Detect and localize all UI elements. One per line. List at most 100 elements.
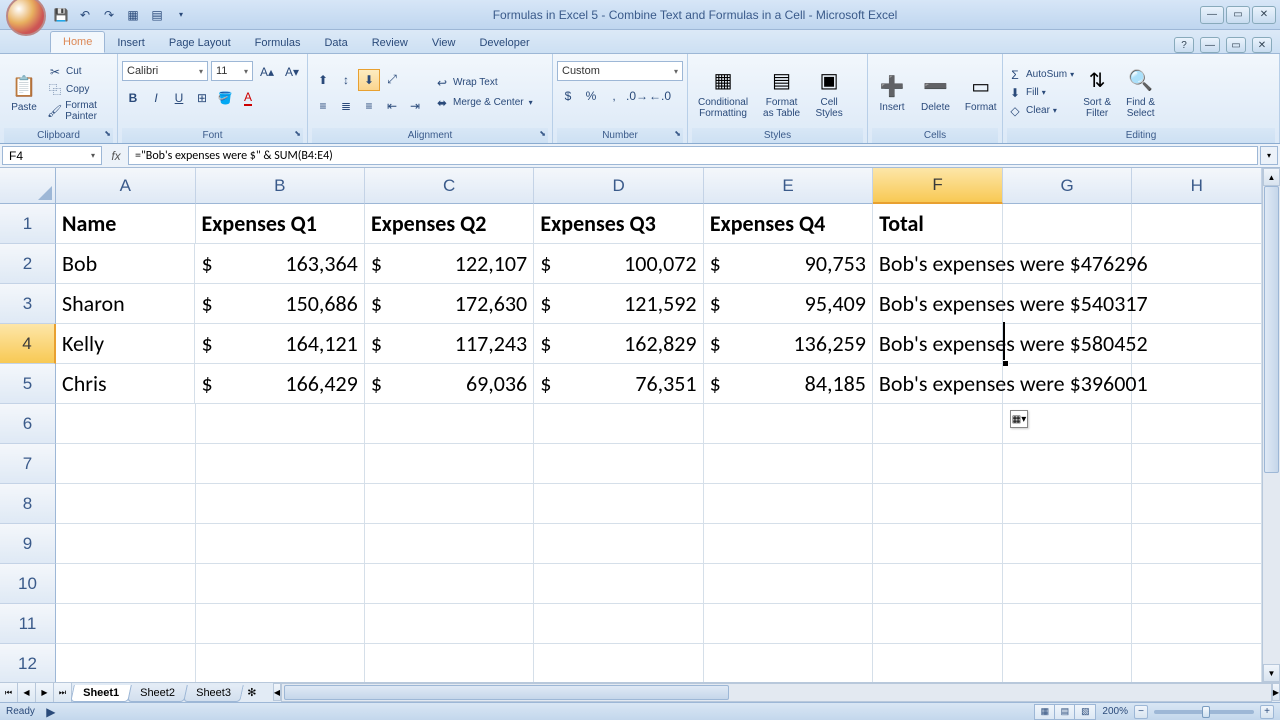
row-header-7[interactable]: 7 <box>0 444 56 484</box>
cell[interactable] <box>1132 484 1262 524</box>
col-header-B[interactable]: B <box>196 168 365 204</box>
cell[interactable]: Expenses Q3 <box>534 204 703 244</box>
copy-button[interactable]: ⿻Copy <box>47 82 113 98</box>
cell[interactable] <box>873 404 1003 444</box>
row-header-6[interactable]: 6 <box>0 404 56 444</box>
scroll-thumb[interactable] <box>284 685 729 700</box>
tab-prev-icon[interactable]: ◀ <box>18 683 36 702</box>
italic-button[interactable]: I <box>145 87 167 109</box>
cell[interactable] <box>1003 604 1133 644</box>
macro-rec-icon[interactable]: ▶ <box>43 704 59 720</box>
cell[interactable] <box>704 564 873 604</box>
cell[interactable]: Bob <box>56 244 195 284</box>
tab-data[interactable]: Data <box>312 33 359 53</box>
scroll-down-icon[interactable]: ▼ <box>1263 664 1280 682</box>
cell[interactable] <box>56 524 196 564</box>
cell[interactable] <box>704 644 873 682</box>
cell[interactable]: Total <box>873 204 1003 244</box>
cell-styles-button[interactable]: ▣Cell Styles <box>809 65 849 121</box>
format-painter-button[interactable]: 🖌Format Painter <box>47 100 113 122</box>
cell[interactable] <box>365 444 534 484</box>
tab-review[interactable]: Review <box>360 33 420 53</box>
insert-cells-button[interactable]: ➕Insert <box>872 70 912 115</box>
cell[interactable] <box>196 604 365 644</box>
cell[interactable]: Sharon <box>56 284 195 324</box>
underline-button[interactable]: U <box>168 87 190 109</box>
row-header-11[interactable]: 11 <box>0 604 56 644</box>
select-all-corner[interactable] <box>0 168 56 204</box>
indent-inc-icon[interactable]: ⇥ <box>404 95 426 117</box>
cell[interactable] <box>873 564 1003 604</box>
cell[interactable] <box>56 444 196 484</box>
col-header-F[interactable]: F <box>873 168 1003 204</box>
align-left-icon[interactable]: ≡ <box>312 95 334 117</box>
cell[interactable]: $69,036 <box>365 364 534 404</box>
horizontal-scrollbar[interactable]: ◀ ▶ <box>273 683 1280 702</box>
align-middle-icon[interactable]: ↕ <box>335 69 357 91</box>
shrink-font-icon[interactable]: A▾ <box>281 61 303 83</box>
tab-insert[interactable]: Insert <box>105 33 157 53</box>
cell[interactable]: $100,072 <box>534 244 703 284</box>
cell[interactable]: Bob's expenses were $476296 <box>873 244 1003 284</box>
tab-first-icon[interactable]: ⏮ <box>0 683 18 702</box>
comma-icon[interactable]: , <box>603 85 625 107</box>
qat-custom2-icon[interactable]: ▤ <box>148 6 166 24</box>
tab-home[interactable]: Home <box>50 31 105 53</box>
currency-icon[interactable]: $ <box>557 85 579 107</box>
row-header-4[interactable]: 4 <box>0 324 56 364</box>
border-button[interactable]: ⊞ <box>191 87 213 109</box>
cell[interactable] <box>873 604 1003 644</box>
launcher-icon[interactable]: ⬊ <box>104 129 111 138</box>
autofill-options-icon[interactable]: ▦▾ <box>1010 410 1028 428</box>
cell[interactable] <box>1003 564 1133 604</box>
cell[interactable]: $150,686 <box>195 284 364 324</box>
worksheet-grid[interactable]: ABCDEFGH 123456789101112 NameExpenses Q1… <box>0 168 1262 682</box>
cell[interactable]: Name <box>56 204 196 244</box>
cell[interactable] <box>1132 324 1262 364</box>
scroll-up-icon[interactable]: ▲ <box>1263 168 1280 186</box>
close-button[interactable]: ✕ <box>1252 6 1276 24</box>
cell[interactable] <box>534 524 703 564</box>
cell[interactable] <box>534 444 703 484</box>
cell[interactable]: $172,630 <box>365 284 534 324</box>
cell[interactable]: $76,351 <box>534 364 703 404</box>
cell[interactable]: Bob's expenses were $396001 <box>873 364 1003 404</box>
expand-formula-icon[interactable]: ▾ <box>1260 146 1278 165</box>
cell[interactable] <box>704 604 873 644</box>
cell[interactable] <box>534 604 703 644</box>
col-header-D[interactable]: D <box>534 168 703 204</box>
wrap-text-button[interactable]: ↩Wrap Text <box>434 75 533 91</box>
cell[interactable] <box>1132 364 1262 404</box>
grow-font-icon[interactable]: A▴ <box>256 61 278 83</box>
format-as-table-button[interactable]: ▤Format as Table <box>757 65 806 121</box>
row-header-12[interactable]: 12 <box>0 644 56 682</box>
launcher-icon[interactable]: ⬊ <box>539 129 546 138</box>
scroll-left-icon[interactable]: ◀ <box>273 683 281 701</box>
launcher-icon[interactable]: ⬊ <box>674 129 681 138</box>
cell[interactable]: Kelly <box>56 324 195 364</box>
wb-minimize-icon[interactable]: — <box>1200 37 1220 53</box>
cell[interactable] <box>1003 484 1133 524</box>
fill-color-button[interactable]: 🪣 <box>214 87 236 109</box>
sheet-tab-sheet1[interactable]: Sheet1 <box>70 685 132 702</box>
page-layout-icon[interactable]: ▤ <box>1055 705 1075 719</box>
merge-center-button[interactable]: ⬌Merge & Center▾ <box>434 95 533 111</box>
redo-icon[interactable]: ↷ <box>100 6 118 24</box>
orientation-icon[interactable]: ⤢ <box>381 69 403 91</box>
cell[interactable] <box>873 644 1003 682</box>
cell[interactable] <box>56 484 196 524</box>
row-header-10[interactable]: 10 <box>0 564 56 604</box>
help-icon[interactable]: ? <box>1174 37 1194 53</box>
cell[interactable] <box>196 564 365 604</box>
cell[interactable] <box>704 524 873 564</box>
cell[interactable] <box>1132 204 1262 244</box>
col-header-E[interactable]: E <box>704 168 873 204</box>
wb-close-icon[interactable]: ✕ <box>1252 37 1272 53</box>
cell[interactable] <box>365 644 534 682</box>
cell[interactable]: $122,107 <box>365 244 534 284</box>
cell[interactable] <box>1132 564 1262 604</box>
row-header-5[interactable]: 5 <box>0 364 56 404</box>
scroll-thumb[interactable] <box>1264 186 1279 473</box>
cell[interactable]: Bob's expenses were $580452 <box>873 324 1003 364</box>
cell[interactable] <box>534 484 703 524</box>
